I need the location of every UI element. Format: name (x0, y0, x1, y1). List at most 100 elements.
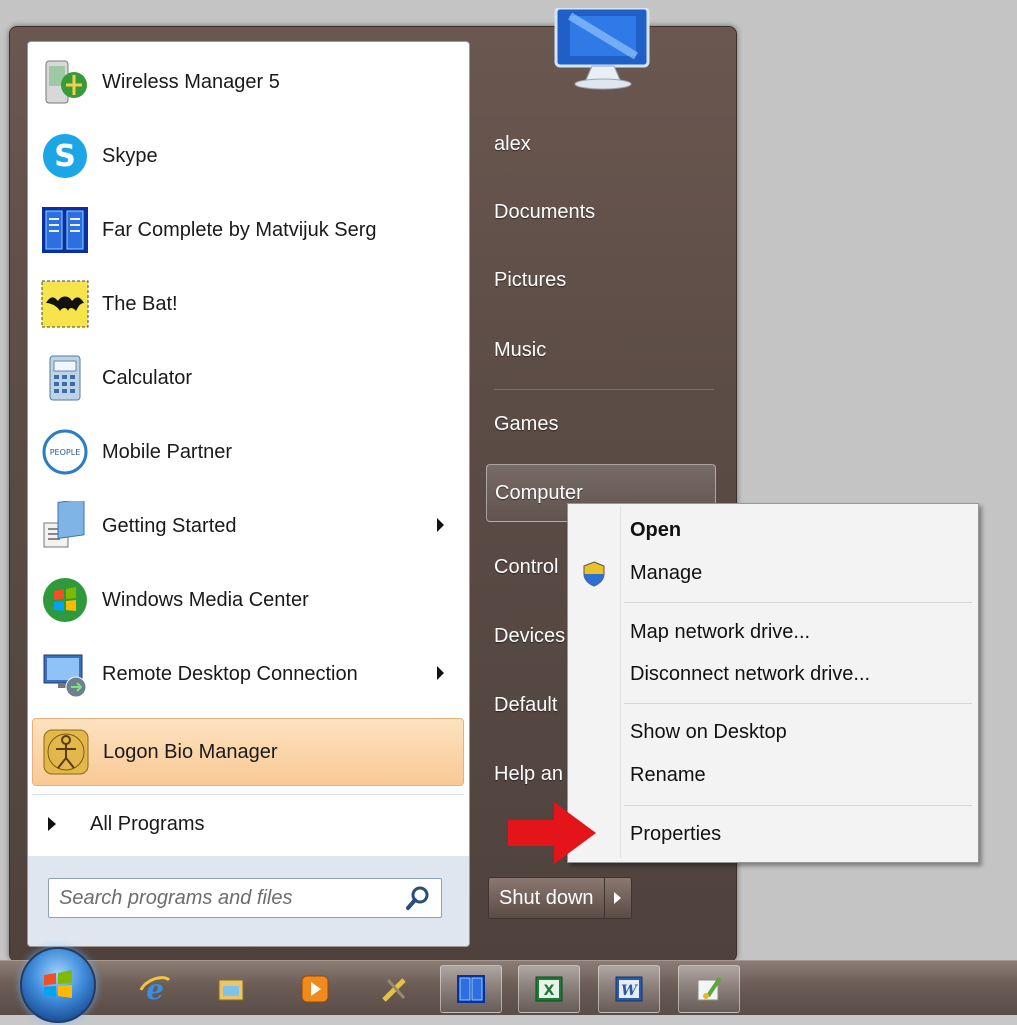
right-item-music[interactable]: Music (486, 321, 716, 379)
taskbar-internet-explorer[interactable]: e (124, 965, 186, 1013)
far-manager-icon (457, 975, 485, 1003)
menu-separator (624, 602, 972, 603)
right-item-documents[interactable]: Documents (486, 183, 716, 241)
svg-text:S: S (54, 139, 76, 174)
paint-icon (697, 976, 722, 1001)
svg-text:W: W (621, 983, 638, 999)
menu-item-rename[interactable]: Rename (568, 755, 978, 795)
menu-item-label: Show on Desktop (630, 720, 787, 743)
right-item-label: Documents (494, 200, 596, 223)
menu-item-open[interactable]: Open (568, 510, 978, 550)
program-label: Calculator (102, 366, 193, 389)
context-menu: Open Manage Map network drive... Disconn… (567, 503, 979, 863)
programs-pane: Wireless Manager 5 S Skype Far Complete … (27, 41, 470, 947)
skype-icon: S (38, 129, 92, 183)
red-pointer-arrow-icon (508, 802, 596, 864)
menu-item-properties[interactable]: Properties (568, 814, 978, 854)
all-programs-label: All Programs (90, 812, 205, 835)
right-item-label: alex (494, 132, 531, 155)
divider (494, 389, 714, 390)
shutdown-button[interactable]: Shut down (488, 877, 605, 919)
tool-icon (382, 978, 406, 1002)
program-getting-started[interactable]: Getting Started (32, 492, 464, 560)
menu-item-label: Map network drive... (630, 620, 811, 643)
calculator-icon (38, 351, 92, 405)
mobile-partner-icon: PEOPLE (38, 425, 92, 479)
logon-bio-manager-icon (39, 725, 93, 779)
program-label: Skype (102, 144, 158, 167)
submenu-arrow-icon (437, 518, 444, 532)
program-calculator[interactable]: Calculator (32, 344, 464, 412)
right-item-pictures[interactable]: Pictures (486, 251, 716, 309)
shutdown-options-button[interactable] (604, 877, 632, 919)
taskbar: e X W (0, 947, 1017, 1023)
program-label: Wireless Manager 5 (102, 70, 280, 93)
menu-item-show-on-desktop[interactable]: Show on Desktop (568, 712, 978, 752)
program-media-center[interactable]: Windows Media Center (32, 566, 464, 634)
user-picture-icon[interactable] (548, 8, 658, 90)
submenu-arrow-icon (437, 666, 444, 680)
search-input[interactable] (57, 883, 391, 913)
svg-text:X: X (544, 983, 555, 999)
menu-separator (624, 703, 972, 704)
start-button[interactable] (20, 947, 96, 1023)
program-far-manager[interactable]: Far Complete by Matvijuk Serg (32, 196, 464, 264)
taskbar-media-player[interactable] (284, 965, 346, 1013)
word-icon: W (615, 976, 643, 1002)
internet-explorer-icon: e (139, 973, 171, 1006)
taskbar-paint[interactable] (678, 965, 740, 1013)
the-bat-icon (38, 277, 92, 331)
program-label: Mobile Partner (102, 440, 233, 463)
media-center-icon (38, 573, 92, 627)
right-item-games[interactable]: Games (486, 395, 716, 453)
taskbar-tool[interactable] (364, 965, 426, 1013)
all-programs-button[interactable]: All Programs (32, 800, 464, 848)
divider (32, 794, 464, 795)
taskbar-far-manager[interactable] (440, 965, 502, 1013)
menu-item-manage[interactable]: Manage (568, 553, 978, 593)
program-mobile-partner[interactable]: PEOPLE Mobile Partner (32, 418, 464, 486)
wireless-manager-icon (38, 55, 92, 109)
program-logon-bio-manager[interactable]: Logon Bio Manager (32, 718, 464, 786)
right-item-label: Games (494, 412, 559, 435)
program-remote-desktop[interactable]: Remote Desktop Connection (32, 640, 464, 708)
menu-item-disconnect-drive[interactable]: Disconnect network drive... (568, 654, 978, 694)
program-label: Logon Bio Manager (103, 740, 278, 763)
right-item-user[interactable]: alex (486, 115, 716, 173)
menu-item-map-drive[interactable]: Map network drive... (568, 612, 978, 652)
program-the-bat[interactable]: The Bat! (32, 270, 464, 338)
right-item-label: Default (494, 693, 558, 716)
expand-arrow-icon (48, 817, 56, 831)
menu-item-label: Rename (630, 763, 706, 786)
right-item-label: Help an (494, 762, 563, 785)
program-label: Remote Desktop Connection (102, 662, 358, 685)
menu-item-label: Properties (630, 822, 722, 845)
chevron-right-icon (614, 892, 622, 904)
menu-separator (624, 805, 972, 806)
right-item-label: Control (494, 555, 559, 578)
program-label: Getting Started (102, 514, 237, 537)
search-box[interactable] (48, 878, 442, 918)
getting-started-icon (38, 499, 92, 553)
right-item-label: Music (494, 338, 547, 361)
program-label: The Bat! (102, 292, 178, 315)
right-item-label: Devices (494, 624, 566, 647)
windows-logo-icon (44, 970, 72, 998)
taskbar-explorer[interactable] (200, 965, 262, 1013)
right-item-label: Pictures (494, 268, 567, 291)
excel-icon: X (535, 976, 563, 1002)
program-wireless-manager[interactable]: Wireless Manager 5 (32, 48, 464, 116)
media-player-icon (301, 975, 329, 1003)
svg-text:PEOPLE: PEOPLE (50, 448, 81, 457)
menu-item-label: Manage (630, 561, 703, 584)
windows-explorer-icon (218, 979, 244, 1001)
right-item-label: Computer (495, 481, 583, 504)
taskbar-word[interactable]: W (598, 965, 660, 1013)
program-label: Far Complete by Matvijuk Serg (102, 218, 377, 241)
uac-shield-icon (583, 561, 605, 587)
search-icon[interactable] (405, 885, 431, 911)
shutdown-group: Shut down (488, 877, 632, 919)
taskbar-excel[interactable]: X (518, 965, 580, 1013)
search-area (28, 856, 469, 946)
program-skype[interactable]: S Skype (32, 122, 464, 190)
